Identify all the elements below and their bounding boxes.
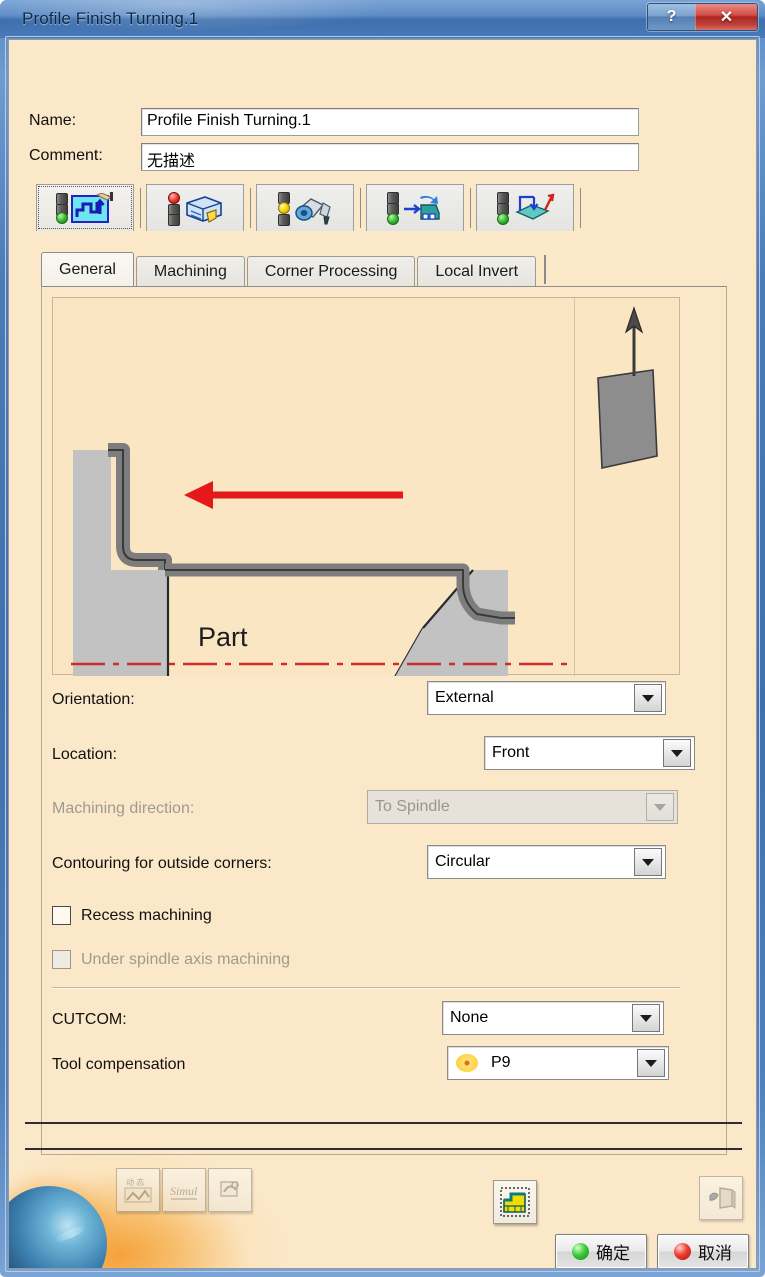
help-button[interactable]: ? [648, 4, 695, 30]
close-button[interactable]: ✕ [695, 4, 757, 30]
dialog-window: Profile Finish Turning.1 ? ✕ Name: Profi… [0, 0, 765, 1277]
title-bar: Profile Finish Turning.1 ? ✕ [0, 0, 765, 38]
window-controls: ? ✕ [647, 3, 758, 31]
window-inner-bevel [5, 36, 760, 1272]
window-title: Profile Finish Turning.1 [22, 9, 199, 28]
